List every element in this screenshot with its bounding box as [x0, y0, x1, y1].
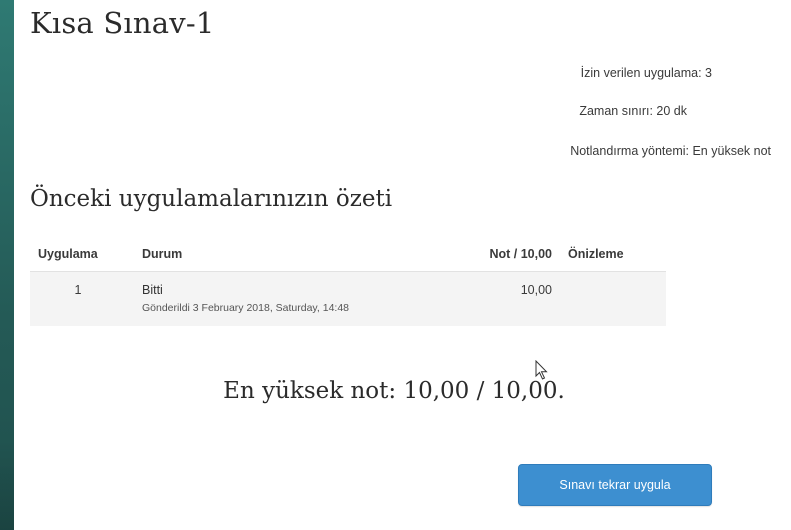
grading-method-text: Notlandırma yöntemi: En yüksek not: [570, 144, 771, 158]
time-limit-text: Zaman sınırı: 20 dk: [579, 104, 687, 118]
attempt-grade-cell: 10,00: [434, 271, 560, 326]
attempt-number-cell: 1: [30, 271, 134, 326]
column-header-state: Durum: [134, 240, 434, 272]
attempts-allowed-text: İzin verilen uygulama: 3: [580, 66, 712, 80]
attempt-state-cell: Bitti Gönderildi 3 February 2018, Saturd…: [134, 271, 434, 326]
window-frame-shadow: [0, 440, 14, 530]
best-grade-text: En yüksek not: 10,00 / 10,00.: [223, 378, 565, 404]
quiz-page: Kısa Sınav-1 İzin verilen uygulama: 3 Za…: [14, 0, 791, 530]
page-title: Kısa Sınav-1: [30, 6, 215, 40]
reattempt-quiz-button[interactable]: Sınavı tekrar uygula: [518, 464, 712, 506]
column-header-attempt: Uygulama: [30, 240, 134, 272]
table-header-row: Uygulama Durum Not / 10,00 Önizleme: [30, 240, 666, 272]
mouse-pointer-icon: [535, 360, 548, 380]
summary-heading: Önceki uygulamalarınızın özeti: [30, 186, 393, 212]
column-header-grade: Not / 10,00: [434, 240, 560, 272]
table-row: 1 Bitti Gönderildi 3 February 2018, Satu…: [30, 271, 666, 326]
attempt-state-text: Bitti: [142, 283, 163, 297]
column-header-preview: Önizleme: [560, 240, 666, 272]
attempt-submitted-text: Gönderildi 3 February 2018, Saturday, 14…: [142, 302, 350, 314]
attempts-summary-table: Uygulama Durum Not / 10,00 Önizleme 1 Bi…: [30, 240, 666, 326]
attempt-preview-cell: [560, 271, 666, 326]
